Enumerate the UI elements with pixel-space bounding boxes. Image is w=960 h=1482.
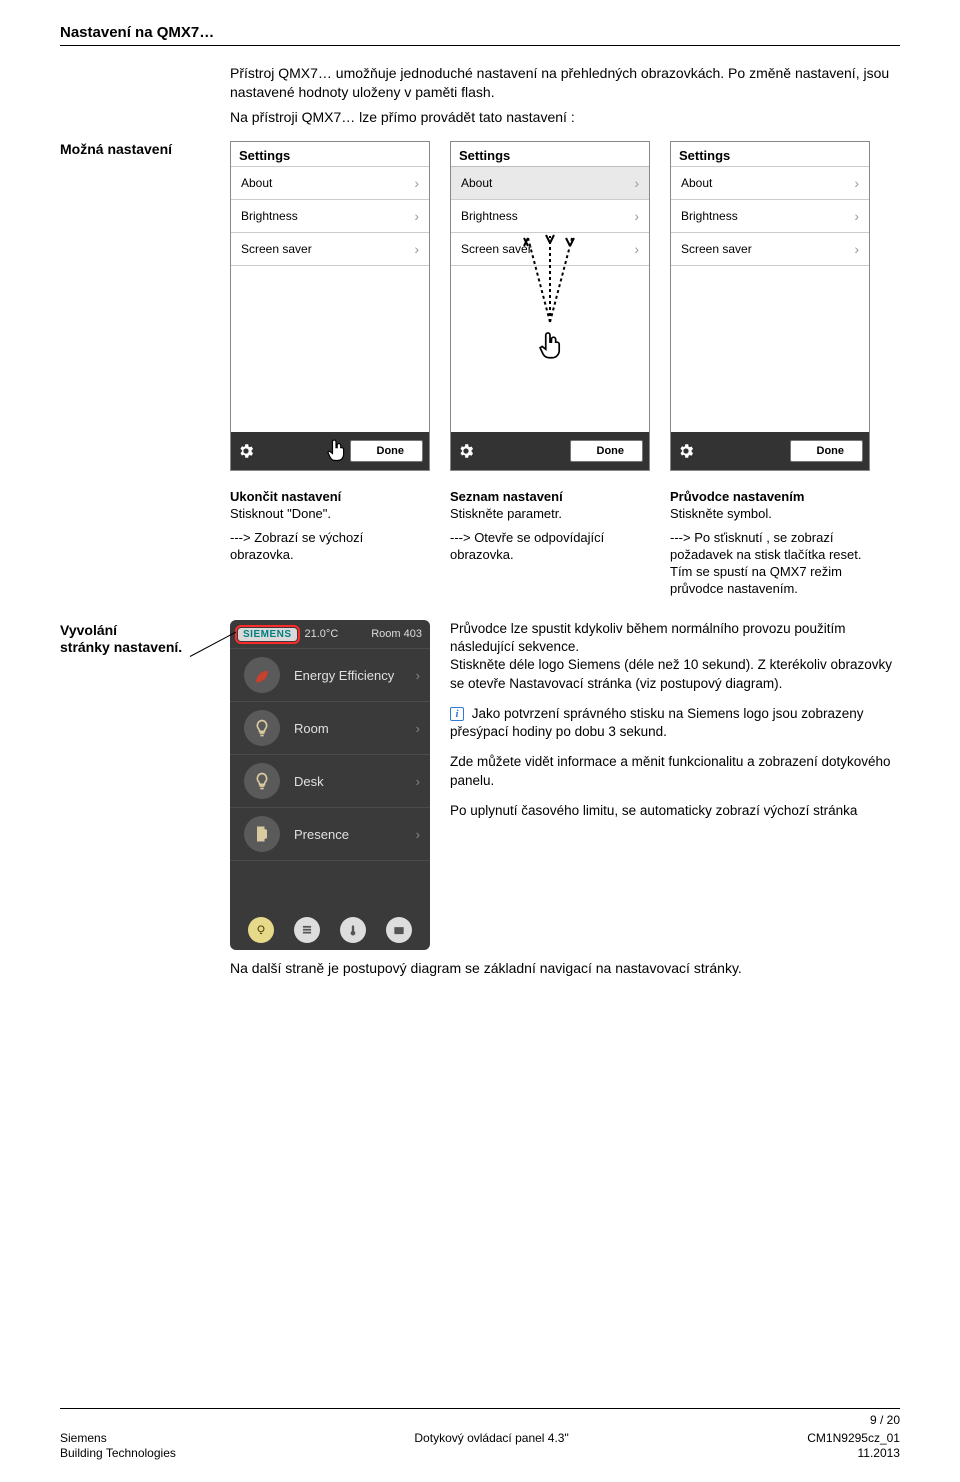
header-room: Room 403	[371, 628, 422, 640]
intro-block: Přístroj QMX7… umožňuje jednoduché nasta…	[230, 64, 900, 127]
caption-3-desc: ---> Po sťisknutí , se zobrazí požadavek…	[670, 530, 870, 598]
caption-1-title: Ukončit nastavení	[230, 489, 430, 506]
rule-top	[60, 45, 900, 46]
caption-2-sub: Stiskněte parametr.	[450, 506, 650, 523]
gear-icon[interactable]	[457, 442, 475, 460]
device-screenshot: SIEMENS 21.0°C Room 403 Energy Efficienc…	[230, 620, 430, 950]
hand-pointer-icon	[321, 436, 351, 464]
sec2-p5: Po uplynutí časového limitu, se automati…	[450, 802, 900, 820]
settings-item-screensaver[interactable]: Screen saver	[231, 232, 429, 266]
settings-title: Settings	[671, 142, 869, 167]
settings-title: Settings	[451, 142, 649, 167]
closing-paragraph: Na další straně je postupový diagram se …	[230, 960, 900, 976]
footer-right-2: 11.2013	[807, 1446, 900, 1462]
sec2-p3: Jako potvrzení správného stisku na Sieme…	[450, 706, 863, 739]
side-label-line1: Vyvolání	[60, 622, 117, 638]
screenshot-3: Settings About Brightness Screen saver D…	[670, 141, 870, 471]
gesture-lines-icon	[510, 234, 590, 324]
caption-3-title: Průvodce nastavením	[670, 489, 870, 506]
footer-scene-icon[interactable]	[386, 917, 412, 943]
page-title: Nastavení na QMX7…	[60, 24, 900, 41]
done-button[interactable]: Done	[350, 440, 424, 462]
screenshot-1: Settings About Brightness Screen saver D…	[230, 141, 430, 471]
leaf-icon	[244, 657, 280, 693]
footer-bulb-icon[interactable]	[248, 917, 274, 943]
captions-row-1: Ukončit nastavení Stisknout "Done". Sezn…	[230, 489, 900, 523]
door-icon	[244, 816, 280, 852]
menu-label: Presence	[294, 827, 349, 842]
sec2-p1b: Stiskněte déle logo Siemens (déle než 10…	[450, 657, 892, 690]
device-footer	[230, 910, 430, 950]
intro-p1: Přístroj QMX7… umožňuje jednoduché nasta…	[230, 64, 900, 102]
side-label-mozna: Možná nastavení	[60, 141, 230, 158]
settings-item-brightness[interactable]: Brightness	[671, 199, 869, 233]
menu-item-room[interactable]: Room	[230, 701, 430, 754]
intro-p2: Na přístroji QMX7… lze přímo provádět ta…	[230, 108, 900, 127]
caption-2-title: Seznam nastavení	[450, 489, 650, 506]
settings-item-about[interactable]: About	[231, 166, 429, 200]
section-2-text: Průvodce lze spustit kdykoliv během norm…	[450, 620, 900, 950]
footer-blinds-icon[interactable]	[294, 917, 320, 943]
footer-thermo-icon[interactable]	[340, 917, 366, 943]
gear-icon[interactable]	[237, 442, 255, 460]
settings-title: Settings	[231, 142, 429, 167]
sec2-p1a: Průvodce lze spustit kdykoliv během norm…	[450, 621, 845, 654]
screenshot-2: Settings About Brightness Screen saver D…	[450, 141, 650, 471]
settings-item-about[interactable]: About	[671, 166, 869, 200]
menu-item-presence[interactable]: Presence	[230, 807, 430, 861]
menu-label: Room	[294, 721, 329, 736]
settings-item-about[interactable]: About	[451, 166, 649, 200]
page-footer: 9 / 20 Siemens Building Technologies Dot…	[60, 1408, 900, 1462]
done-button[interactable]: Done	[570, 440, 644, 462]
caption-1-desc: ---> Zobrazí se výchozí obrazovka.	[230, 530, 430, 598]
siemens-logo[interactable]: SIEMENS	[238, 628, 297, 641]
page-number: 9 / 20	[60, 1413, 900, 1429]
hand-pointer-icon	[533, 328, 567, 362]
caption-3-sub: Stiskněte symbol.	[670, 506, 870, 523]
menu-label: Energy Efficiency	[294, 668, 394, 683]
footer-right-1: CM1N9295cz_01	[807, 1431, 900, 1447]
screenshots-row: Settings About Brightness Screen saver D…	[230, 141, 870, 471]
menu-item-energy[interactable]: Energy Efficiency	[230, 648, 430, 701]
menu-label: Desk	[294, 774, 324, 789]
captions-row-2: ---> Zobrazí se výchozí obrazovka. ---> …	[230, 530, 900, 598]
footer-left-1: Siemens	[60, 1431, 176, 1447]
side-label-line2: stránky nastavení.	[60, 639, 182, 655]
header-temperature: 21.0°C	[305, 628, 339, 640]
bulb-icon	[244, 763, 280, 799]
info-icon: i	[450, 707, 464, 721]
menu-item-desk[interactable]: Desk	[230, 754, 430, 807]
caption-1-sub: Stisknout "Done".	[230, 506, 430, 523]
settings-item-brightness[interactable]: Brightness	[451, 199, 649, 233]
footer-left-2: Building Technologies	[60, 1446, 176, 1462]
sec2-p4: Zde můžete vidět informace a měnit funkc…	[450, 753, 900, 789]
done-button[interactable]: Done	[790, 440, 864, 462]
settings-item-brightness[interactable]: Brightness	[231, 199, 429, 233]
settings-item-screensaver[interactable]: Screen saver	[671, 232, 869, 266]
footer-center: Dotykový ovládací panel 4.3"	[414, 1431, 568, 1447]
bulb-icon	[244, 710, 280, 746]
side-label-vyvolani: Vyvolání stránky nastavení.	[60, 620, 230, 950]
caption-2-desc: ---> Otevře se odpovídající obrazovka.	[450, 530, 650, 598]
gear-icon[interactable]	[677, 442, 695, 460]
